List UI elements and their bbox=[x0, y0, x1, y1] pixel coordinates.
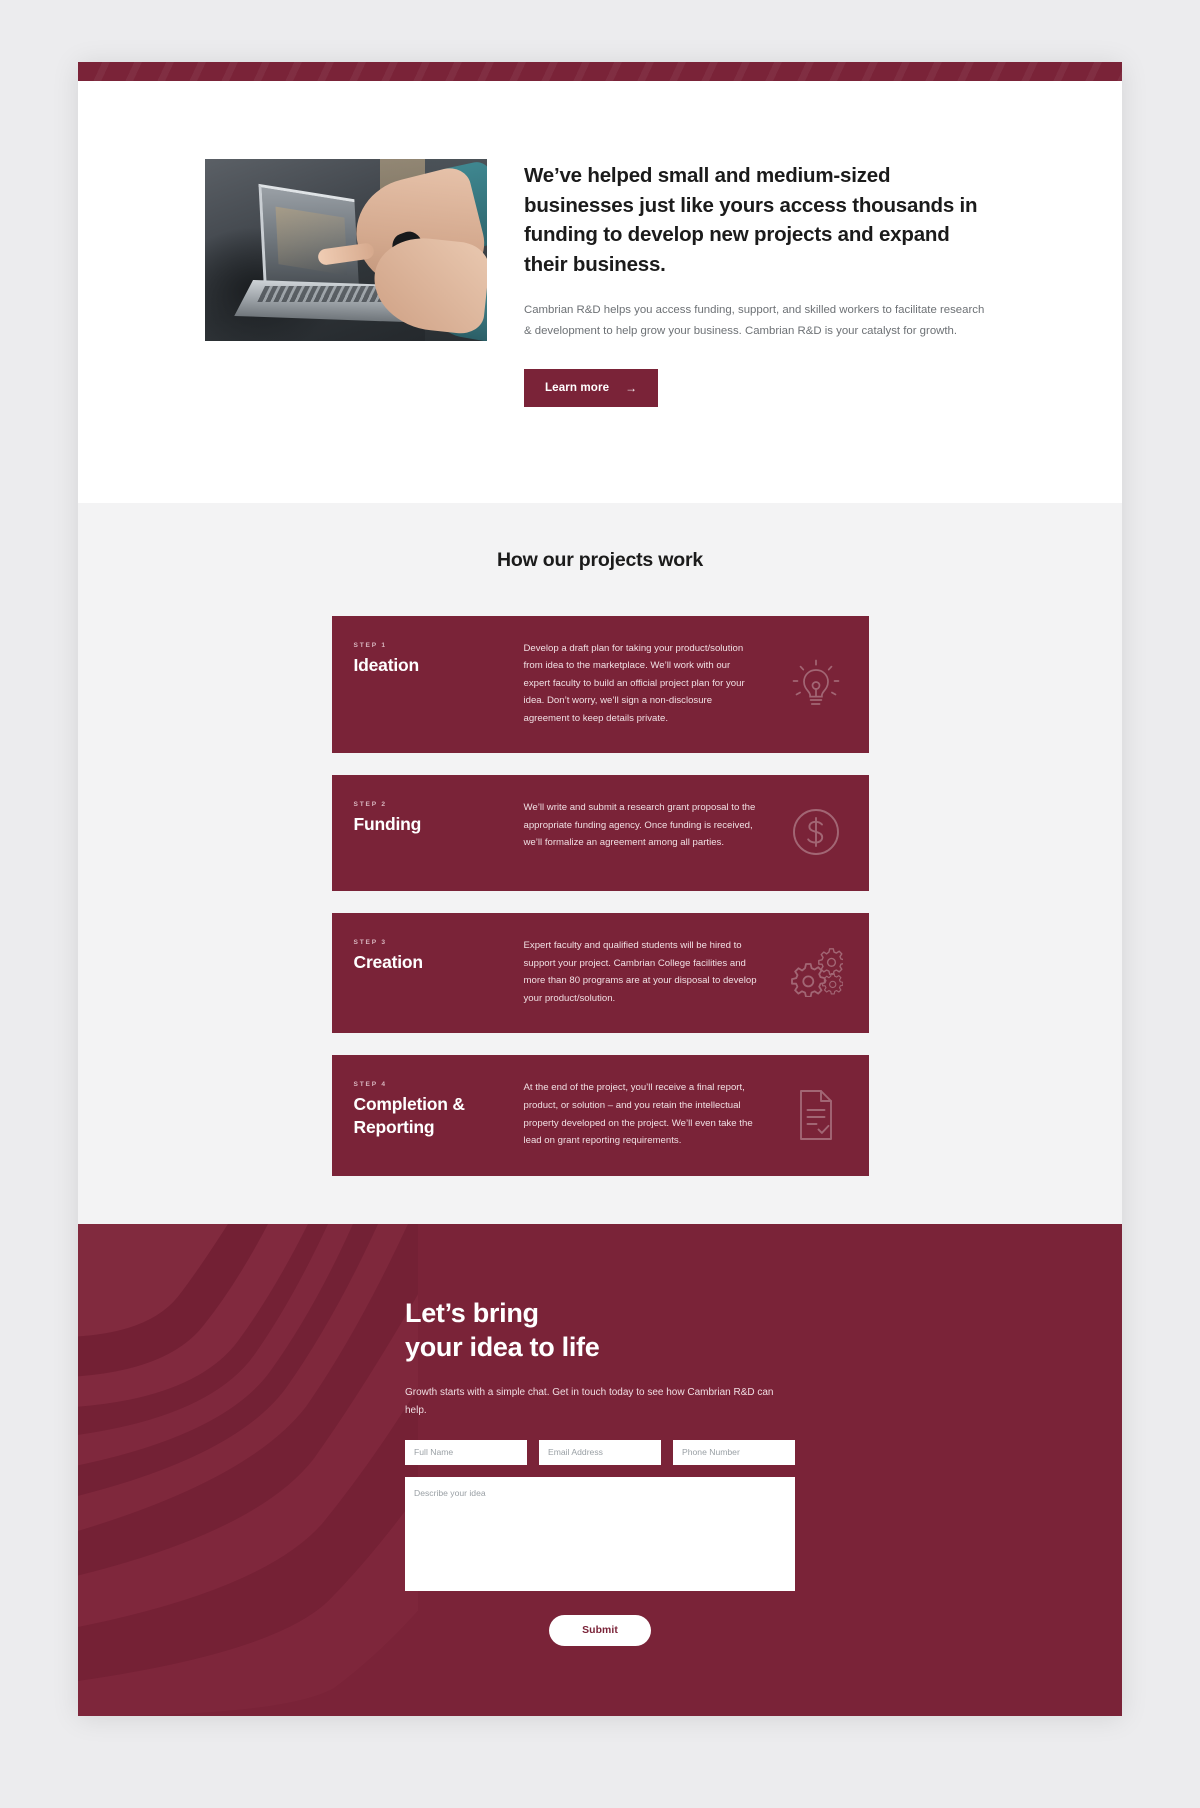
cta-paragraph: Growth starts with a simple chat. Get in… bbox=[405, 1386, 774, 1416]
step-heading-group: STEP 3 Creation bbox=[332, 937, 524, 973]
step-name: Ideation bbox=[353, 654, 420, 675]
step-kicker: STEP 4 bbox=[353, 1081, 387, 1089]
gears-icon bbox=[770, 947, 862, 998]
page-container: We’ve helped small and medium-sized busi… bbox=[78, 62, 1122, 1716]
phone-number-input[interactable] bbox=[673, 1439, 795, 1465]
hero-text-column: We’ve helped small and medium-sized busi… bbox=[524, 159, 995, 407]
arrow-right-icon: → bbox=[625, 380, 638, 395]
cta-heading-line-1: Let’s bring bbox=[405, 1297, 539, 1328]
step-card-completion-reporting: STEP 4 Completion & Reporting At the end… bbox=[331, 1055, 869, 1176]
contact-cta-section: Let’s bring your idea to life Growth sta… bbox=[78, 1223, 1122, 1716]
hero-photo bbox=[205, 159, 487, 341]
contact-form-container: Let’s bring your idea to life Growth sta… bbox=[405, 1296, 795, 1646]
document-check-icon bbox=[770, 1088, 862, 1142]
cta-heading-line-2: your idea to life bbox=[405, 1332, 600, 1363]
step-heading-group: STEP 4 Completion & Reporting bbox=[332, 1079, 524, 1138]
step-name: Creation bbox=[353, 952, 424, 973]
step-kicker: STEP 3 bbox=[353, 939, 387, 947]
dollar-circle-icon bbox=[770, 807, 862, 857]
learn-more-button[interactable]: Learn more → bbox=[524, 368, 659, 407]
step-body: Expert faculty and qualified students wi… bbox=[523, 940, 757, 1004]
submit-button[interactable]: Submit bbox=[549, 1614, 651, 1646]
hero-section: We’ve helped small and medium-sized busi… bbox=[78, 81, 1122, 503]
step-heading-group: STEP 2 Funding bbox=[332, 799, 524, 835]
contact-fields-row bbox=[405, 1439, 795, 1465]
step-card-funding: STEP 2 Funding We’ll write and submit a … bbox=[331, 775, 869, 892]
step-card-creation: STEP 3 Creation Expert faculty and quali… bbox=[331, 913, 869, 1034]
top-accent-bar bbox=[78, 62, 1122, 81]
step-body: At the end of the project, you’ll receiv… bbox=[523, 1082, 753, 1147]
steps-section: How our projects work STEP 1 Ideation De… bbox=[78, 502, 1122, 1224]
step-body: Develop a draft plan for taking your pro… bbox=[523, 642, 745, 724]
step-name: Funding bbox=[353, 814, 422, 835]
photo-screen-glow bbox=[275, 206, 348, 276]
step-body: We’ll write and submit a research grant … bbox=[523, 802, 756, 849]
hero-heading: We’ve helped small and medium-sized busi… bbox=[524, 164, 978, 276]
email-address-input[interactable] bbox=[539, 1439, 661, 1465]
step-heading-group: STEP 1 Ideation bbox=[332, 640, 524, 676]
cta-heading: Let’s bring your idea to life bbox=[405, 1296, 795, 1365]
steps-list: STEP 1 Ideation Develop a draft plan for… bbox=[331, 615, 869, 1176]
step-kicker: STEP 2 bbox=[353, 801, 387, 809]
steps-section-title: How our projects work bbox=[497, 548, 703, 571]
describe-idea-textarea[interactable] bbox=[405, 1476, 795, 1591]
full-name-input[interactable] bbox=[405, 1439, 527, 1465]
submit-row: Submit bbox=[405, 1614, 795, 1646]
wave-ribbon-pattern bbox=[78, 1223, 418, 1716]
lightbulb-icon bbox=[770, 655, 862, 711]
step-kicker: STEP 1 bbox=[353, 641, 387, 649]
diagonal-stripe-pattern bbox=[78, 62, 1122, 81]
learn-more-label: Learn more bbox=[545, 381, 610, 395]
step-card-ideation: STEP 1 Ideation Develop a draft plan for… bbox=[331, 615, 869, 754]
hero-paragraph: Cambrian R&D helps you access funding, s… bbox=[524, 304, 985, 337]
step-name: Completion & Reporting bbox=[353, 1094, 466, 1137]
